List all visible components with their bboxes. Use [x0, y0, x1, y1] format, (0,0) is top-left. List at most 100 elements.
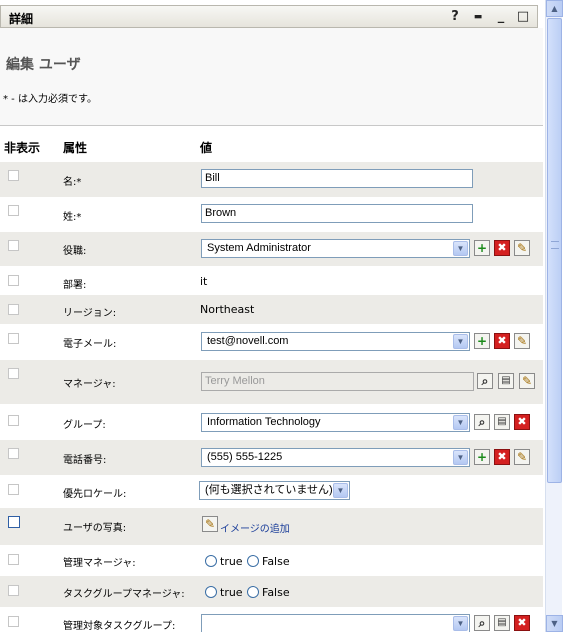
hide-checkbox[interactable]	[8, 616, 19, 627]
row-region: リージョン: Northeast	[0, 295, 543, 324]
chevron-down-icon[interactable]: ▼	[333, 483, 348, 498]
divider	[0, 125, 543, 126]
field-label: 電子メール:	[63, 339, 117, 350]
minimize-icon[interactable]: _	[493, 9, 509, 25]
history-icon[interactable]: ▤	[494, 615, 510, 631]
field-label: 電話番号:	[63, 455, 107, 466]
chevron-down-icon[interactable]: ▼	[453, 415, 468, 430]
field-label: 優先ロケール:	[63, 489, 127, 500]
field-label: グループ:	[63, 420, 106, 431]
delete-icon[interactable]: ✖	[514, 414, 530, 430]
portlet-titlebar: 詳細 ? ▬ _ □	[0, 5, 538, 28]
hide-checkbox[interactable]	[8, 240, 19, 251]
field-label: 部署:	[63, 280, 87, 291]
column-header-attribute: 属性	[63, 141, 88, 155]
hide-checkbox[interactable]	[8, 205, 19, 216]
hide-checkbox[interactable]	[8, 585, 19, 596]
false-radio[interactable]	[247, 555, 259, 567]
row-department: 部署: it	[0, 266, 543, 295]
true-radio[interactable]	[205, 586, 217, 598]
field-label: マネージャ:	[63, 379, 116, 390]
field-label: 管理マネージャ:	[63, 558, 136, 569]
edit-icon[interactable]: ✎	[514, 240, 530, 256]
hide-checkbox[interactable]	[8, 516, 20, 528]
hide-checkbox[interactable]	[8, 415, 19, 426]
field-label: 役職:	[63, 246, 87, 257]
detail-portlet: 詳細 ? ▬ _ □ 編集 ユーザ * - は入力必須です。 非表示 属性 値 …	[0, 0, 543, 632]
scroll-up-icon[interactable]: ▲	[546, 0, 563, 17]
region-value: Northeast	[200, 303, 255, 316]
delete-icon[interactable]: ✖	[494, 449, 510, 465]
hide-checkbox[interactable]	[8, 304, 19, 315]
maximize-icon[interactable]: □	[515, 9, 531, 25]
lookup-icon[interactable]: ⌕	[474, 615, 490, 631]
hide-checkbox[interactable]	[8, 275, 19, 286]
scroll-down-icon[interactable]: ▼	[546, 615, 563, 632]
edit-icon[interactable]: ✎	[514, 449, 530, 465]
add-icon[interactable]: +	[474, 333, 490, 349]
delete-icon[interactable]: ✖	[494, 240, 510, 256]
false-radio-label: False	[262, 555, 290, 568]
delete-icon[interactable]: ✖	[514, 615, 530, 631]
department-value: it	[200, 275, 208, 288]
edit-icon[interactable]: ✎	[514, 333, 530, 349]
column-header-hide: 非表示	[4, 141, 41, 155]
portlet-title: 詳細	[9, 12, 34, 26]
hide-checkbox[interactable]	[8, 554, 19, 565]
add-image-link[interactable]: イメージの追加	[220, 520, 290, 535]
row-first-name: 名:* Bill	[0, 162, 543, 197]
page-title: 編集 ユーザ	[6, 57, 81, 73]
row-group: グループ: Information Technology ▼ ⌕ ▤ ✖	[0, 404, 543, 440]
row-preferred-locale: 優先ロケール: (何も選択されていません) ▼	[0, 475, 543, 508]
row-email: 電子メール: test@novell.com ▼ + ✖ ✎	[0, 324, 543, 360]
title-select[interactable]: System Administrator ▼	[201, 239, 470, 258]
form-header-area	[0, 28, 543, 125]
chevron-down-icon[interactable]: ▼	[453, 241, 468, 256]
false-radio[interactable]	[247, 586, 259, 598]
row-last-name: 姓:* Brown	[0, 197, 543, 232]
print-icon[interactable]: ▬	[470, 9, 486, 25]
field-label: リージョン:	[63, 308, 117, 319]
title-select-value: System Administrator	[207, 242, 311, 254]
locale-select[interactable]: (何も選択されていません) ▼	[199, 481, 350, 500]
lookup-icon[interactable]: ⌕	[477, 373, 493, 389]
chevron-down-icon[interactable]: ▼	[453, 450, 468, 465]
true-radio-label: true	[220, 586, 243, 599]
hide-checkbox[interactable]	[8, 333, 19, 344]
required-note: * - は入力必須です。	[3, 94, 97, 105]
hide-checkbox[interactable]	[8, 368, 19, 379]
managed-task-group-select[interactable]: ▼	[201, 614, 470, 632]
true-radio[interactable]	[205, 555, 217, 567]
delete-icon[interactable]: ✖	[494, 333, 510, 349]
phone-select[interactable]: (555) 555-1225 ▼	[201, 448, 470, 467]
chevron-down-icon[interactable]: ▼	[453, 334, 468, 349]
email-select-value: test@novell.com	[207, 335, 289, 347]
add-icon[interactable]: +	[474, 240, 490, 256]
hide-checkbox[interactable]	[8, 484, 19, 495]
true-radio-label: true	[220, 555, 243, 568]
add-icon[interactable]: +	[474, 449, 490, 465]
row-admin-manager: 管理マネージャ: true False	[0, 545, 543, 576]
chevron-down-icon[interactable]: ▼	[453, 616, 468, 631]
locale-select-value: (何も選択されていません)	[205, 484, 333, 496]
last-name-input[interactable]: Brown	[201, 204, 473, 223]
field-label: 姓:*	[63, 212, 82, 223]
field-label: 名:*	[63, 177, 82, 188]
false-radio-label: False	[262, 586, 290, 599]
email-select[interactable]: test@novell.com ▼	[201, 332, 470, 351]
scroll-thumb[interactable]	[547, 18, 562, 483]
history-icon[interactable]: ▤	[498, 373, 514, 389]
hide-checkbox[interactable]	[8, 170, 19, 181]
help-icon[interactable]: ?	[447, 9, 463, 25]
lookup-icon[interactable]: ⌕	[474, 414, 490, 430]
vertical-scrollbar[interactable]: ▲ ▼	[545, 0, 563, 632]
manager-input[interactable]: Terry Mellon	[201, 372, 474, 391]
history-icon[interactable]: ▤	[494, 414, 510, 430]
first-name-input[interactable]: Bill	[201, 169, 473, 188]
phone-select-value: (555) 555-1225	[207, 451, 283, 463]
edit-icon[interactable]: ✎	[202, 516, 218, 532]
field-label: ユーザの写真:	[63, 523, 127, 534]
group-select[interactable]: Information Technology ▼	[201, 413, 470, 432]
edit-icon[interactable]: ✎	[519, 373, 535, 389]
hide-checkbox[interactable]	[8, 448, 19, 459]
